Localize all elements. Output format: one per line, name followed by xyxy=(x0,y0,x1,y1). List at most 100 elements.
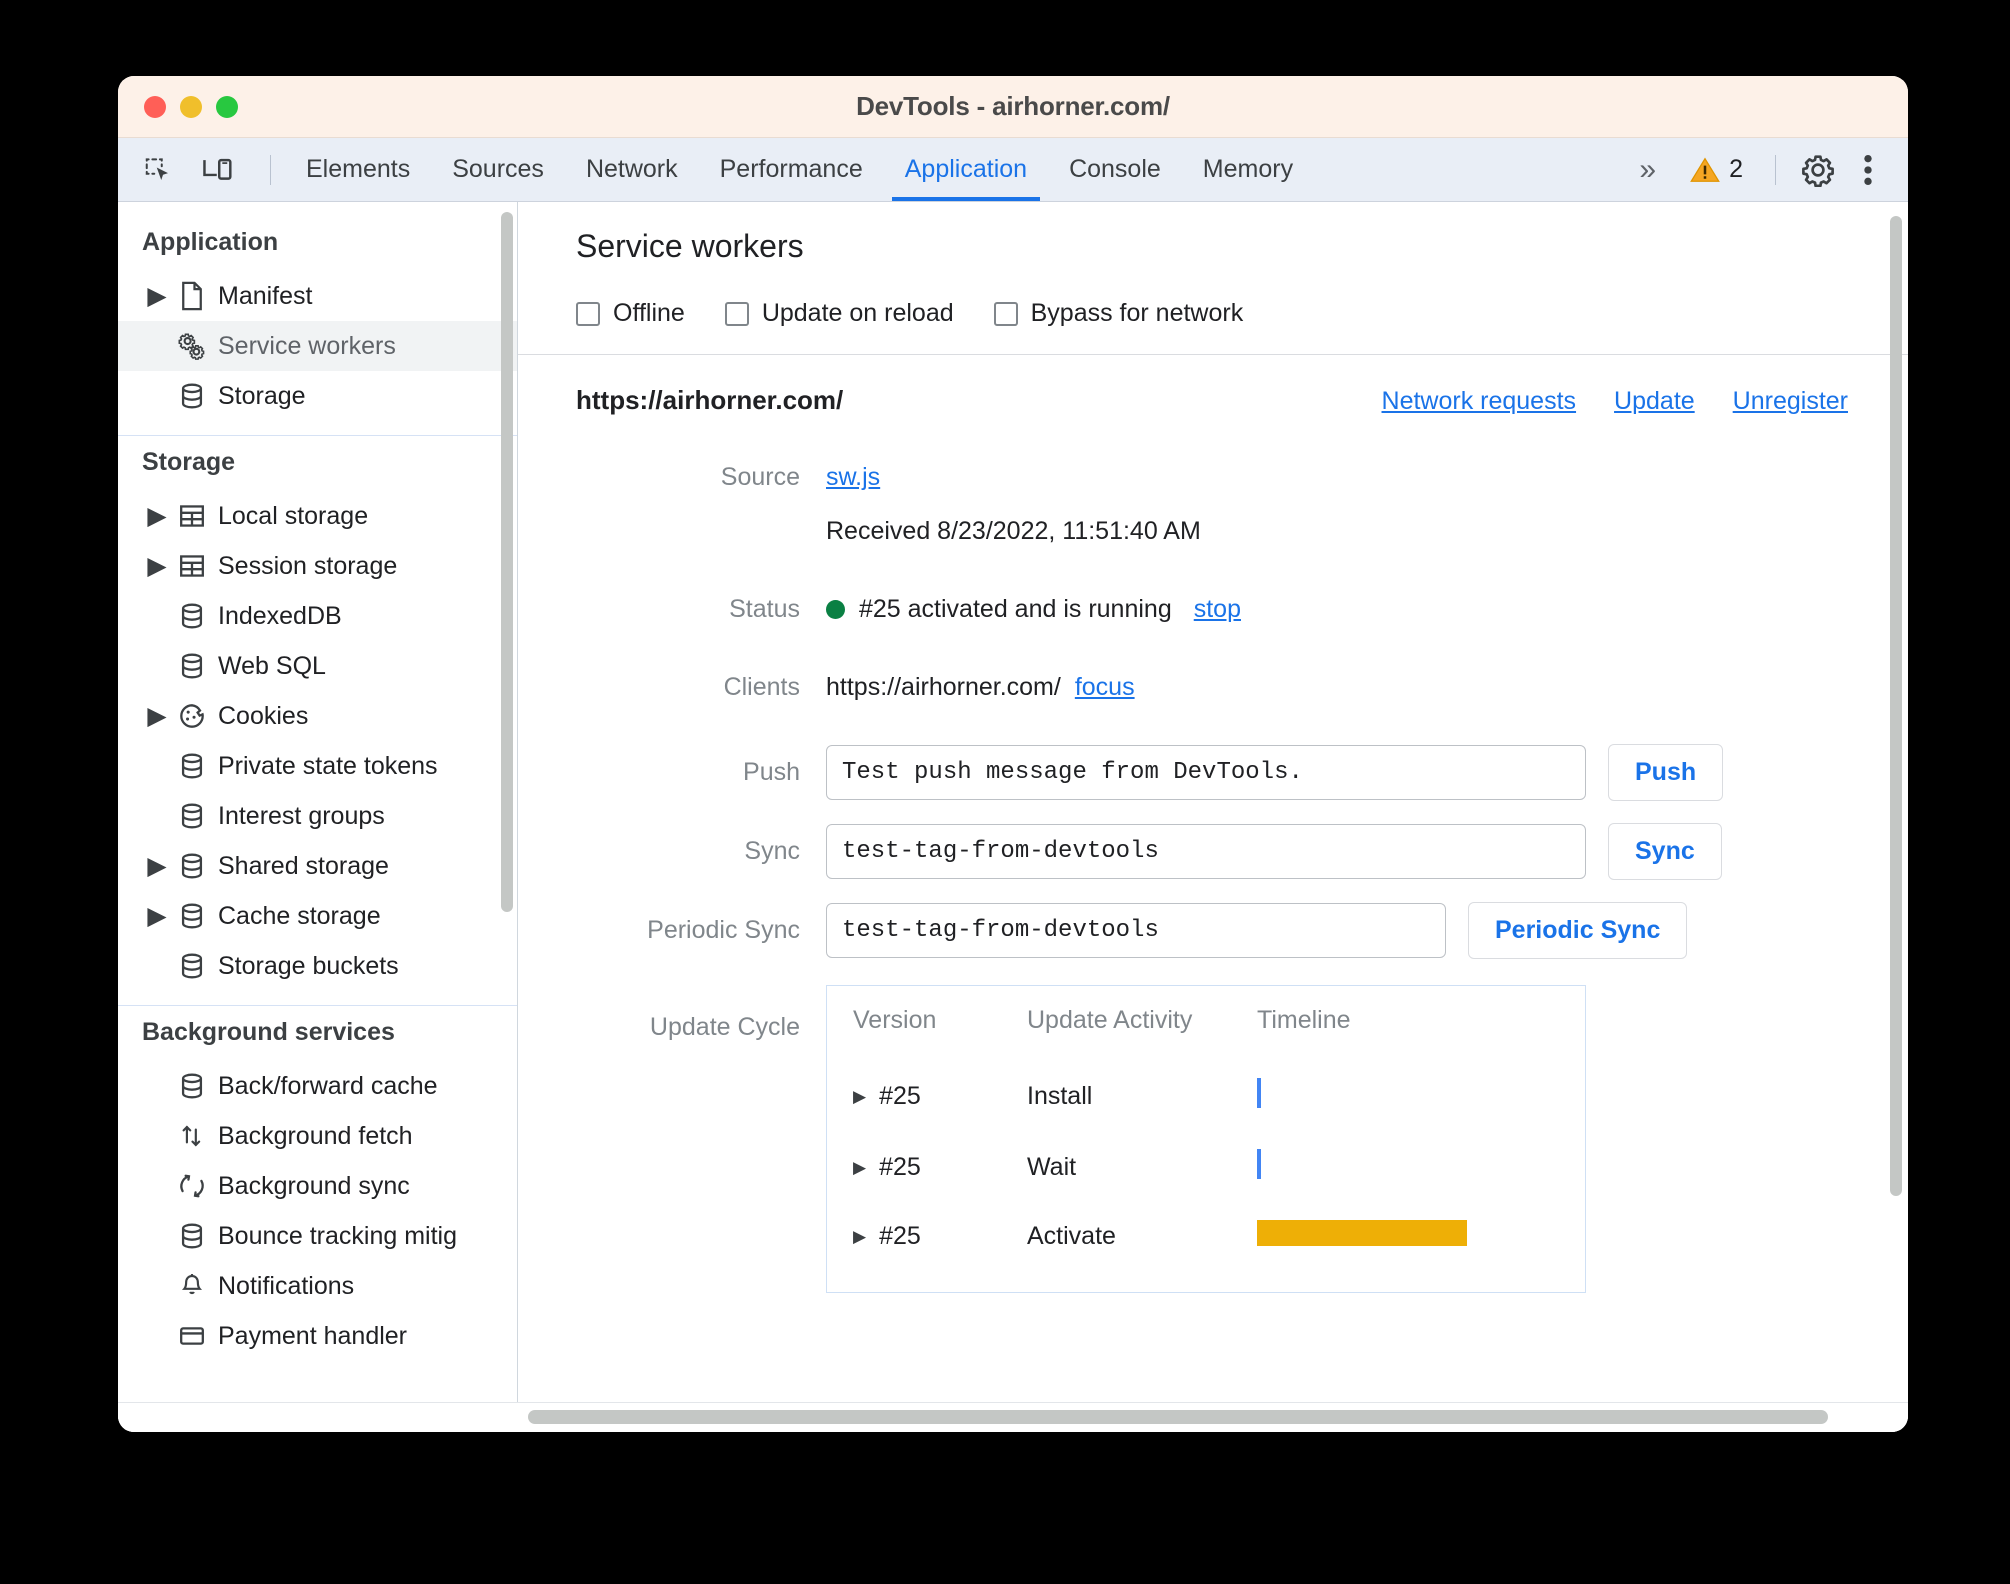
row-clients: Clients https://airhorner.com/ focus xyxy=(518,660,1908,714)
tab-performance[interactable]: Performance xyxy=(699,138,884,201)
expand-arrow-icon[interactable]: ▶ xyxy=(853,1087,866,1107)
sidebar-item-service-workers[interactable]: ▶ xyxy=(118,321,517,371)
tab-elements[interactable]: Elements xyxy=(285,138,431,201)
close-window-button[interactable] xyxy=(144,95,166,118)
periodic-sync-button[interactable]: Periodic Sync xyxy=(1468,902,1688,959)
updown-arrows-icon xyxy=(176,1122,208,1150)
row-push: Push Push xyxy=(518,744,1908,801)
sidebar-item-bounce-tracking-mitigations[interactable]: ▶ Bounce tracking mitig xyxy=(118,1211,517,1261)
sidebar-item-cookies[interactable]: ▶ Cookies xyxy=(118,691,517,741)
activity-value: Wait xyxy=(1027,1153,1077,1181)
tab-network[interactable]: Network xyxy=(565,138,699,201)
source-label: Source xyxy=(720,462,800,491)
tab-console[interactable]: Console xyxy=(1048,138,1182,201)
main-vertical-scrollbar[interactable] xyxy=(1890,216,1902,1196)
inspect-element-icon[interactable] xyxy=(136,148,180,192)
expand-arrow-icon[interactable]: ▶ xyxy=(147,851,166,881)
traffic-light-controls[interactable] xyxy=(144,95,238,118)
update-link[interactable]: Update xyxy=(1614,387,1695,416)
database-icon xyxy=(176,902,208,930)
database-icon xyxy=(176,852,208,880)
received-timestamp: Received 8/23/2022, 11:51:40 AM xyxy=(826,516,1201,545)
push-input[interactable] xyxy=(826,745,1586,800)
device-toolbar-icon[interactable] xyxy=(196,148,240,192)
push-button[interactable]: Push xyxy=(1608,744,1724,801)
checkbox-label: Bypass for network xyxy=(1030,299,1244,327)
warning-indicator[interactable]: 2 xyxy=(1678,155,1755,184)
sidebar-item-label: Cookies xyxy=(218,701,309,730)
expand-arrow-icon[interactable]: ▶ xyxy=(853,1227,866,1247)
table-row[interactable]: ▶ #25 Activate xyxy=(827,1203,1585,1270)
sidebar-item-manifest[interactable]: ▶ Manifest xyxy=(118,271,517,321)
checkbox-box[interactable] xyxy=(993,301,1018,326)
checkbox-bypass-for-network[interactable]: Bypass for network xyxy=(993,299,1244,328)
sidebar-item-shared-storage[interactable]: ▶ Shared storage xyxy=(118,841,517,891)
status-indicator-dot xyxy=(826,599,845,619)
checkbox-offline[interactable]: Offline xyxy=(576,299,685,328)
expand-arrow-icon[interactable]: ▶ xyxy=(147,701,166,731)
checkbox-label: Update on reload xyxy=(761,299,954,327)
tab-sources[interactable]: Sources xyxy=(431,138,565,201)
table-row[interactable]: ▶ #25 Wait xyxy=(827,1132,1585,1203)
sidebar-item-private-state-tokens[interactable]: ▶ Private state tokens xyxy=(118,741,517,791)
vertical-dots-icon[interactable] xyxy=(1846,148,1890,192)
tab-label: Network xyxy=(585,155,678,183)
client-url: https://airhorner.com/ xyxy=(826,672,1061,701)
tab-memory[interactable]: Memory xyxy=(1182,138,1314,201)
service-worker-registration: https://airhorner.com/ Network requests … xyxy=(518,355,1908,1293)
more-tabs-chevron-icon[interactable]: » xyxy=(1623,154,1672,185)
row-received: Received 8/23/2022, 11:51:40 AM xyxy=(518,504,1908,558)
tab-label: Sources xyxy=(452,155,544,183)
source-file-link[interactable]: sw.js xyxy=(826,463,880,492)
main-horizontal-scrollbar[interactable] xyxy=(528,1410,1828,1424)
unregister-link[interactable]: Unregister xyxy=(1733,387,1848,416)
expand-arrow-icon[interactable]: ▶ xyxy=(147,901,166,931)
sidebar-item-session-storage[interactable]: ▶ Session storage xyxy=(118,541,517,591)
sync-button[interactable]: Sync xyxy=(1608,823,1722,880)
stop-link[interactable]: stop xyxy=(1194,595,1241,624)
database-icon xyxy=(176,602,208,630)
devtools-window: DevTools - airhorner.com/ Elements Sourc… xyxy=(118,76,1908,1432)
sidebar-item-web-sql[interactable]: ▶ Web SQL xyxy=(118,641,517,691)
sidebar-item-interest-groups[interactable]: ▶ Interest groups xyxy=(118,791,517,841)
checkbox-box[interactable] xyxy=(576,301,600,326)
sidebar-item-local-storage[interactable]: ▶ Local storage xyxy=(118,491,517,541)
registration-header: https://airhorner.com/ Network requests … xyxy=(518,385,1908,416)
tab-application[interactable]: Application xyxy=(884,138,1048,201)
minimize-window-button[interactable] xyxy=(180,95,202,118)
gear-icon[interactable] xyxy=(1796,148,1840,192)
timeline-cell xyxy=(1257,1132,1585,1203)
document-icon xyxy=(176,281,208,311)
table-row[interactable]: ▶ #25 Install xyxy=(827,1061,1585,1132)
sidebar-item-background-sync[interactable]: ▶ Background sync xyxy=(118,1161,517,1211)
version-cell: ▶ #25 xyxy=(853,1082,1027,1111)
focus-link[interactable]: focus xyxy=(1075,673,1135,702)
sidebar-item-back-forward-cache[interactable]: ▶ Back/forward cache xyxy=(118,1061,517,1111)
sidebar-item-storage-buckets[interactable]: ▶ Storage buckets xyxy=(118,941,517,991)
sidebar-item-payment-handler[interactable]: ▶ Payment handler xyxy=(118,1311,517,1361)
tab-label: Performance xyxy=(719,155,863,183)
sidebar-item-cache-storage[interactable]: ▶ Cache storage xyxy=(118,891,517,941)
checkbox-update-on-reload[interactable]: Update on reload xyxy=(724,299,954,328)
sidebar-vertical-scrollbar[interactable] xyxy=(501,212,513,912)
periodic-sync-label: Periodic Sync xyxy=(647,916,800,944)
sidebar-item-notifications[interactable]: ▶ Notifications xyxy=(118,1261,517,1311)
source-value: sw.js xyxy=(826,463,880,492)
checkbox-box[interactable] xyxy=(724,301,749,326)
expand-arrow-icon[interactable]: ▶ xyxy=(853,1158,866,1178)
registration-actions: Network requests Update Unregister xyxy=(1382,387,1848,416)
sidebar-item-background-fetch[interactable]: ▶ Background fetch xyxy=(118,1111,517,1161)
network-requests-link[interactable]: Network requests xyxy=(1382,387,1577,416)
registration-origin: https://airhorner.com/ xyxy=(576,385,844,415)
periodic-sync-input[interactable] xyxy=(826,903,1446,958)
sidebar-item-storage[interactable]: ▶ Storage xyxy=(118,371,517,421)
expand-arrow-icon[interactable]: ▶ xyxy=(147,281,166,311)
gears-icon xyxy=(176,331,208,361)
sidebar-item-label: IndexedDB xyxy=(218,601,342,630)
sync-input[interactable] xyxy=(826,824,1586,879)
expand-arrow-icon[interactable]: ▶ xyxy=(147,551,166,581)
sidebar-item-indexeddb[interactable]: ▶ IndexedDB xyxy=(118,591,517,641)
expand-arrow-icon[interactable]: ▶ xyxy=(147,501,166,531)
maximize-window-button[interactable] xyxy=(216,95,238,118)
sidebar-item-label: Service workers xyxy=(218,331,396,360)
